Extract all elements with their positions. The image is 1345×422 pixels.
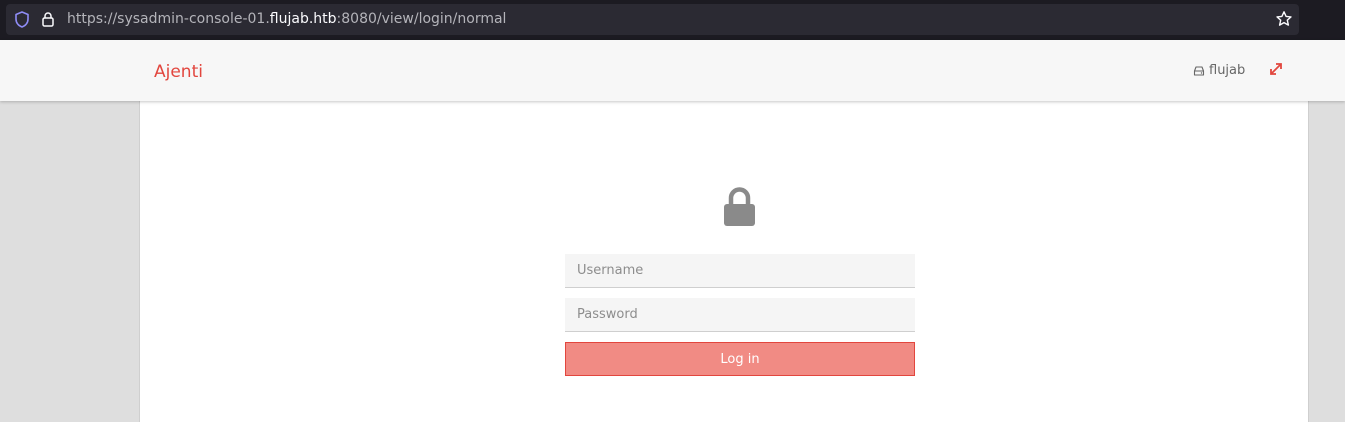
brand-title[interactable]: Ajenti <box>154 62 203 82</box>
browser-toolbar: https://sysadmin-console-01.flujab.htb:8… <box>0 0 1345 40</box>
password-input[interactable] <box>565 298 915 332</box>
login-button[interactable]: Log in <box>565 342 915 376</box>
username-input[interactable] <box>565 254 915 288</box>
hdd-icon <box>1193 65 1205 76</box>
star-icon[interactable] <box>1275 10 1293 28</box>
login-panel: Log in <box>139 101 1309 422</box>
url-prefix: https://sysadmin-console-01. <box>67 11 270 27</box>
expand-icon[interactable] <box>1269 62 1283 76</box>
lock-icon[interactable] <box>41 11 55 28</box>
app-navbar: Ajenti flujab <box>0 40 1345 101</box>
hostname-text: flujab <box>1209 63 1246 78</box>
url-text[interactable]: https://sysadmin-console-01.flujab.htb:8… <box>67 11 506 28</box>
hostname-label: flujab <box>1193 63 1245 78</box>
url-suffix: :8080/view/login/normal <box>336 11 507 27</box>
address-bar[interactable]: https://sysadmin-console-01.flujab.htb:8… <box>6 4 1299 35</box>
lock-icon <box>724 187 755 226</box>
url-host: flujab.htb <box>269 11 337 27</box>
shield-icon[interactable] <box>14 11 30 28</box>
